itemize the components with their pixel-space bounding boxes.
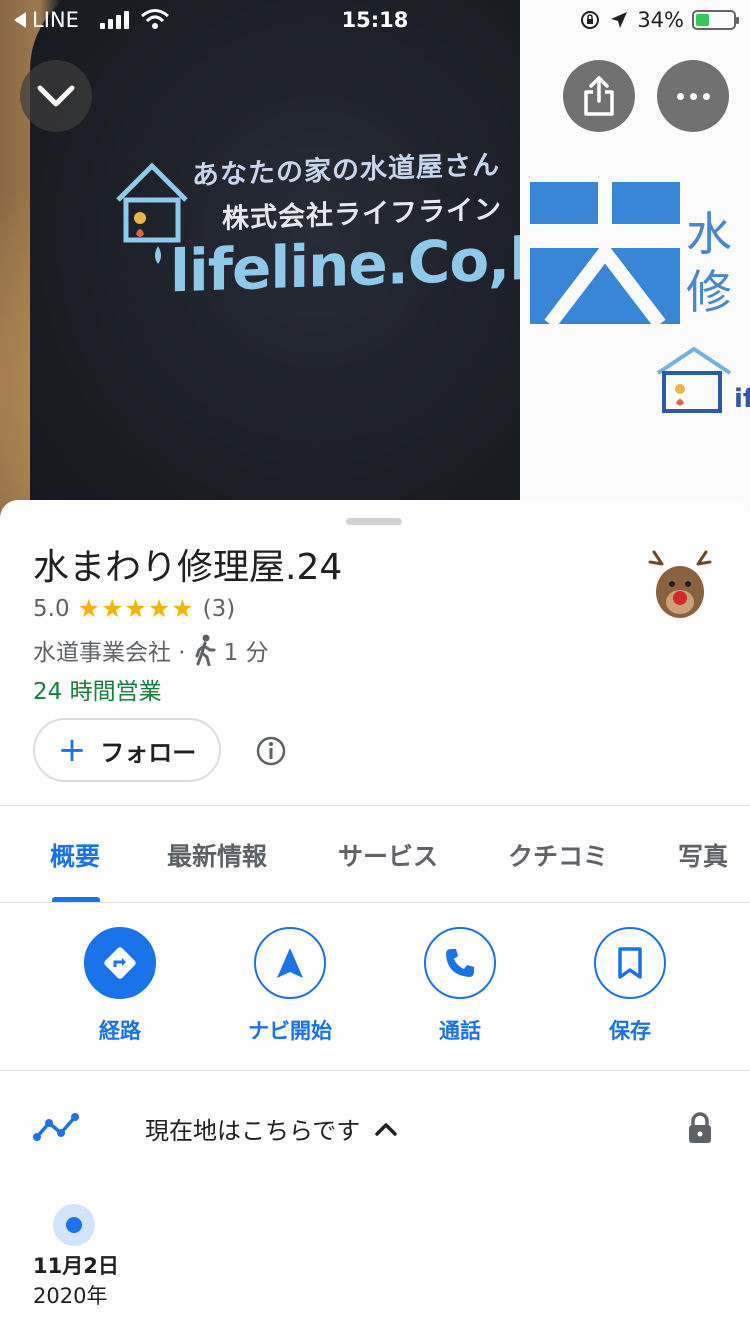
rating-stars: ★★★★★ <box>77 594 195 623</box>
shirt-text-line1: あなたの家の水道屋さん <box>192 149 500 192</box>
open-hours-status: 24 時間営業 <box>33 679 162 705</box>
call-button[interactable]: 通話 <box>385 927 535 1045</box>
divider <box>0 805 750 806</box>
start-navigation-button[interactable]: ナビ開始 <box>215 927 365 1045</box>
timeline-toggle[interactable]: 現在地はこちらです <box>145 1111 398 1146</box>
chevron-up-icon <box>375 1122 398 1136</box>
save-button[interactable]: 保存 <box>555 927 705 1045</box>
phone-icon <box>446 949 474 977</box>
walk-time: 1 分 <box>223 640 269 666</box>
status-right: 34% <box>579 8 739 32</box>
tab-photos[interactable]: 写真 <box>678 837 728 873</box>
side-logo-block <box>530 182 680 324</box>
lock-icon <box>689 1112 711 1143</box>
drag-handle[interactable] <box>346 518 402 525</box>
timeline-row[interactable]: 現在地はこちらです <box>0 1071 750 1189</box>
side-house-logo-icon: if <box>656 346 750 414</box>
share-button[interactable] <box>563 60 635 132</box>
save-circle <box>594 927 666 999</box>
place-sheet: 水まわり修理屋.24 5.0 ★★★★★ (3) 水道事業会社 · 1 分 24… <box>0 500 750 1334</box>
rating-row[interactable]: 5.0 ★★★★★ (3) <box>33 594 235 623</box>
category-label: 水道事業会社 · <box>33 640 186 666</box>
shirt-logo-print: あなたの家の水道屋さん 株式会社ライフライン lifeline.Co,ltd <box>112 140 595 310</box>
review-count: (3) <box>202 595 236 622</box>
status-bar: LINE 15:18 34% <box>0 0 750 40</box>
chevron-down-icon <box>37 85 75 107</box>
plus-icon: + <box>57 730 87 770</box>
place-name: 水まわり修理屋.24 <box>33 547 343 588</box>
location-arrow-icon <box>611 12 628 28</box>
follow-button[interactable]: + フォロー <box>33 718 221 782</box>
battery-percent: 34% <box>637 8 684 32</box>
call-label: 通話 <box>439 1019 481 1043</box>
info-icon[interactable] <box>255 735 287 767</box>
svg-text:if: if <box>734 384 750 414</box>
directions-label: 経路 <box>99 1019 141 1043</box>
directions-icon <box>104 947 136 979</box>
save-label: 保存 <box>609 1019 651 1043</box>
navigation-icon <box>277 948 303 978</box>
timeline-label: 現在地はこちらです <box>145 1117 361 1145</box>
bookmark-icon <box>618 947 642 979</box>
share-icon <box>584 76 614 116</box>
tab-services[interactable]: サービス <box>338 837 438 873</box>
directions-circle <box>84 927 156 999</box>
orientation-lock-icon <box>581 11 600 29</box>
photo-gallery[interactable]: あなたの家の水道屋さん 株式会社ライフライン lifeline.Co,ltd 水… <box>0 0 750 520</box>
timeline-dot <box>53 1204 95 1246</box>
more-icon <box>676 92 710 100</box>
category-row: 水道事業会社 · 1 分 <box>33 633 269 667</box>
timeline-date-year: 2020年 <box>33 1284 108 1308</box>
battery-icon <box>692 10 739 30</box>
reindeer-avatar[interactable] <box>648 550 712 620</box>
action-buttons: 経路 ナビ開始 通話 保存 <box>0 903 750 1071</box>
tab-reviews[interactable]: クチコミ <box>508 837 608 873</box>
tab-updates[interactable]: 最新情報 <box>167 837 267 873</box>
tab-bar: 概要 最新情報 サービス クチコミ 写真 <box>0 807 750 903</box>
more-options-button[interactable] <box>657 60 729 132</box>
timeline-date-day: 11月2日 <box>33 1254 119 1278</box>
tab-overview[interactable]: 概要 <box>50 837 100 873</box>
call-circle <box>424 927 496 999</box>
collapse-button[interactable] <box>20 60 92 132</box>
rating-value: 5.0 <box>33 595 70 622</box>
directions-button[interactable]: 経路 <box>45 927 195 1045</box>
follow-label: フォロー <box>100 738 197 767</box>
side-photo-text: 水 修 <box>686 207 732 319</box>
walking-icon <box>195 634 216 666</box>
navigation-label: ナビ開始 <box>248 1019 332 1043</box>
timeline-icon <box>33 1113 79 1141</box>
navigation-circle <box>254 927 326 999</box>
